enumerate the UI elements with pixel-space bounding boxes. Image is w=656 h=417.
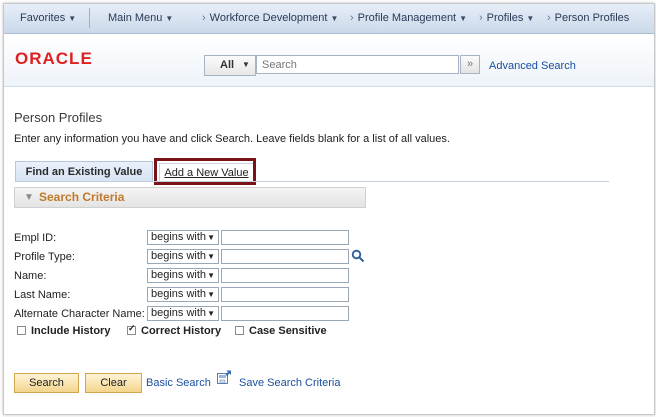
checkbox-checked-box[interactable] — [127, 323, 136, 335]
save-search-criteria-link[interactable]: Save Search Criteria — [239, 377, 341, 389]
basic-search-link[interactable]: Basic Search — [146, 377, 211, 389]
breadcrumb-person-profiles: › Person Profiles — [547, 12, 630, 24]
search-scope-select[interactable]: All ▼ — [204, 55, 256, 76]
chevron-down-icon: ▼ — [207, 233, 215, 242]
main-menu[interactable]: Main Menu ▼ — [108, 12, 173, 24]
alternate-character-name-input[interactable] — [221, 306, 349, 321]
field-label: Name: — [14, 270, 47, 282]
save-search-criteria-icon[interactable] — [217, 370, 232, 384]
field-label: Empl ID: — [14, 232, 57, 244]
correct-history-checkbox[interactable]: Correct History — [127, 323, 221, 337]
chevron-down-icon: ▼ — [526, 14, 535, 23]
tab-divider — [15, 181, 609, 182]
field-label: Profile Type: — [14, 251, 75, 263]
clear-button[interactable]: Clear — [85, 373, 142, 393]
chevron-down-icon: ▼ — [165, 14, 174, 23]
chevron-down-icon: ▼ — [207, 271, 215, 280]
favorites-menu[interactable]: Favorites ▼ — [20, 12, 76, 24]
tab-find-existing-value[interactable]: Find an Existing Value — [15, 161, 153, 182]
checkbox-box[interactable] — [17, 325, 26, 335]
nav-bar: Favorites ▼ Main Menu ▼ › Workforce Develop… — [4, 4, 654, 34]
field-label: Alternate Character Name: — [14, 308, 145, 320]
nav-divider — [89, 8, 90, 28]
chevron-right-icon: › — [350, 12, 354, 24]
chevron-down-icon: ▼ — [207, 290, 215, 299]
chevron-down-icon: ▼ — [68, 14, 77, 23]
operator-select[interactable]: begins with ▼ — [147, 306, 219, 321]
advanced-search-link[interactable]: Advanced Search — [489, 60, 576, 72]
empl-id-input[interactable] — [221, 230, 349, 245]
header: ORACLE All ▼ » Advanced Search — [4, 34, 654, 87]
chevron-right-icon: › — [547, 12, 551, 24]
operator-select[interactable]: begins with ▼ — [147, 268, 219, 283]
collapse-triangle-icon: ▼ — [24, 192, 34, 203]
instructions-text: Enter any information you have and click… — [14, 133, 450, 145]
chevron-down-icon: ▼ — [207, 309, 215, 318]
last-name-input[interactable] — [221, 287, 349, 302]
chevron-right-icon: › — [479, 12, 483, 24]
breadcrumb-profiles[interactable]: › Profiles ▼ — [479, 12, 534, 24]
checkbox-box[interactable] — [235, 325, 244, 335]
breadcrumb-profile-management[interactable]: › Profile Management ▼ — [350, 12, 467, 24]
field-label: Last Name: — [14, 289, 71, 301]
chevron-right-icon: › — [202, 12, 206, 24]
breadcrumb-workforce-development[interactable]: › Workforce Development ▼ — [202, 12, 338, 24]
name-input[interactable] — [221, 268, 349, 283]
chevron-down-icon: ▼ — [242, 60, 250, 69]
search-button[interactable]: Search — [14, 373, 79, 393]
global-search-input[interactable] — [256, 55, 459, 74]
search-go-button[interactable]: » — [460, 55, 480, 74]
operator-select[interactable]: begins with ▼ — [147, 249, 219, 264]
profile-type-input[interactable] — [221, 249, 349, 264]
include-history-checkbox[interactable]: Include History — [17, 325, 110, 337]
chevron-down-icon: ▼ — [207, 252, 215, 261]
lookup-magnifier-icon[interactable] — [351, 249, 365, 263]
page-title: Person Profiles — [14, 110, 103, 125]
oracle-logo: ORACLE — [15, 49, 93, 68]
chevron-down-icon: ▼ — [459, 14, 468, 23]
chevron-down-icon: ▼ — [330, 14, 339, 23]
app-window: Favorites ▼ Main Menu ▼ › Workforce Develop… — [3, 3, 655, 415]
case-sensitive-checkbox[interactable]: Case Sensitive — [235, 325, 327, 337]
operator-select[interactable]: begins with ▼ — [147, 287, 219, 302]
search-criteria-header[interactable]: ▼ Search Criteria — [14, 187, 366, 208]
operator-select[interactable]: begins with ▼ — [147, 230, 219, 245]
double-chevron-right-icon: » — [466, 58, 474, 70]
